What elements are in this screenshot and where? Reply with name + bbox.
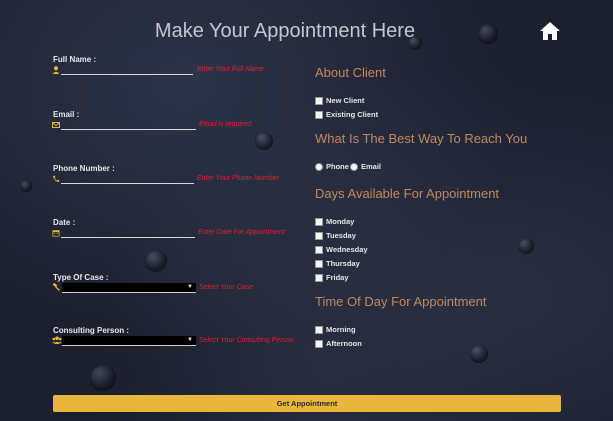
radio-email[interactable]: Email [350, 162, 381, 171]
checkbox-label: Thursday [326, 259, 360, 268]
user-icon [52, 66, 60, 74]
radio-label: Phone [326, 162, 349, 171]
checkbox-tuesday[interactable]: Tuesday [315, 231, 356, 240]
consulting-person-error: Select Your Consulting Person [199, 337, 294, 344]
email-label: Email : [53, 110, 80, 119]
checkbox-afternoon[interactable]: Afternoon [315, 339, 362, 348]
checkbox-label: Wednesday [326, 245, 368, 254]
background-drop [470, 345, 488, 363]
full-name-input[interactable] [61, 74, 193, 75]
date-error: Enter Date For Appointment [198, 229, 285, 236]
checkbox-label: Monday [326, 217, 355, 226]
phone-input[interactable] [61, 183, 194, 184]
checkbox-label: Friday [326, 273, 349, 282]
checkbox-friday[interactable]: Friday [315, 273, 349, 282]
checkbox-label: Existing Client [326, 110, 379, 119]
email-error: Email is required [199, 121, 252, 128]
date-label: Date : [53, 218, 76, 227]
time-of-day-heading: Time Of Day For Appointment [315, 294, 487, 309]
phone-icon [53, 175, 60, 183]
full-name-error: Enter Your Full Name [197, 66, 264, 73]
checkbox-new-client[interactable]: New Client [315, 96, 364, 105]
checkbox-monday[interactable]: Monday [315, 217, 354, 226]
envelope-icon [52, 122, 60, 128]
background-drop [518, 238, 534, 254]
phone-error: Enter Your Phone Number [197, 175, 279, 182]
full-name-label: Full Name : [53, 55, 97, 64]
checkbox[interactable] [315, 259, 323, 268]
background-drop [255, 132, 273, 150]
calendar-icon [52, 230, 60, 237]
radio-phone[interactable]: Phone [315, 162, 349, 171]
chevron-down-icon: ▼ [187, 337, 193, 343]
checkbox[interactable] [315, 273, 323, 282]
checkbox[interactable] [315, 217, 323, 226]
phone-label: Phone Number : [53, 164, 115, 173]
reach-heading: What Is The Best Way To Reach You [315, 131, 528, 146]
checkbox-wednesday[interactable]: Wednesday [315, 245, 368, 254]
checkbox[interactable] [315, 245, 323, 254]
radio-label: Email [361, 162, 382, 171]
checkbox-existing-client[interactable]: Existing Client [315, 110, 378, 119]
case-type-error: Select Your Case [199, 284, 253, 291]
checkbox-label: New Client [326, 96, 365, 105]
background-drop [90, 365, 116, 391]
checkbox-thursday[interactable]: Thursday [315, 259, 360, 268]
checkbox[interactable] [315, 325, 323, 334]
get-appointment-button[interactable]: Get Appointment [53, 395, 561, 412]
radio-button[interactable] [350, 162, 358, 171]
checkbox-morning[interactable]: Morning [315, 325, 356, 334]
checkbox-label: Afternoon [326, 339, 362, 348]
checkbox[interactable] [315, 110, 323, 119]
background-drop [145, 250, 167, 272]
checkbox[interactable] [315, 96, 323, 105]
checkbox-label: Morning [326, 325, 356, 334]
checkbox[interactable] [315, 231, 323, 240]
radio-button[interactable] [315, 162, 323, 171]
case-type-label: Type Of Case : [53, 273, 109, 282]
days-heading: Days Available For Appointment [315, 186, 500, 201]
gavel-icon [52, 283, 60, 291]
email-input[interactable] [61, 129, 196, 130]
chevron-down-icon: ▼ [187, 284, 193, 290]
background-drop [20, 180, 32, 192]
users-icon [52, 336, 62, 344]
consulting-person-label: Consulting Person : [53, 326, 129, 335]
home-icon[interactable] [539, 21, 561, 41]
case-type-select[interactable]: ▼ [62, 283, 196, 293]
date-input[interactable] [61, 237, 195, 238]
page-title: Make Your Appointment Here [154, 20, 416, 42]
checkbox-label: Tuesday [326, 231, 356, 240]
checkbox[interactable] [315, 339, 323, 348]
consulting-person-select[interactable]: ▼ [62, 336, 196, 346]
about-client-heading: About Client [315, 65, 386, 80]
